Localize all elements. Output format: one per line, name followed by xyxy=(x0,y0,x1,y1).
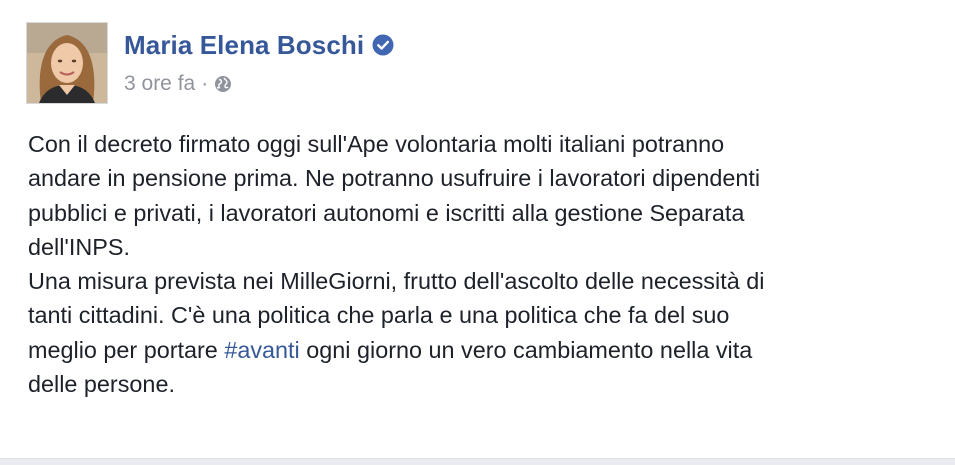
author-row: Maria Elena Boschi xyxy=(124,28,394,62)
post-text-line: Con il decreto firmato oggi sull'Ape vol… xyxy=(28,131,725,157)
avatar[interactable] xyxy=(26,22,108,104)
post-text-line: pubblici e privati, i lavoratori autonom… xyxy=(28,199,745,226)
post-text-line: Una misura prevista nei MilleGiorni, fru… xyxy=(28,268,765,295)
post-text-line: andare in pensione prima. Ne potranno us… xyxy=(28,165,761,192)
author-name-link[interactable]: Maria Elena Boschi xyxy=(124,30,364,61)
timestamp-link[interactable]: 3 ore fa xyxy=(124,72,195,96)
post-body: Con il decreto firmato oggi sull'Ape vol… xyxy=(28,127,933,401)
post-text-line: delle persone. xyxy=(28,371,175,398)
post-text-fragment: ogni giorno un vero cambiamento nella vi… xyxy=(299,336,753,363)
hashtag-link[interactable]: #avanti xyxy=(224,337,299,363)
post-header: Maria Elena Boschi 3 ore fa · xyxy=(26,22,394,104)
timestamp-row: 3 ore fa · xyxy=(124,72,394,96)
post-text-line-with-hashtag: meglio per portare #avanti ogni giorno u… xyxy=(28,333,933,367)
post-text-line: dell'INPS. xyxy=(28,233,130,260)
post-text-fragment: meglio per portare xyxy=(28,336,225,363)
profile-photo-icon xyxy=(27,23,107,103)
globe-icon[interactable] xyxy=(214,75,232,93)
post-meta: Maria Elena Boschi 3 ore fa · xyxy=(124,28,394,96)
post-text-line: tanti cittadini. C'è una politica che pa… xyxy=(28,302,730,329)
verified-badge-icon xyxy=(372,34,394,56)
post-card: Maria Elena Boschi 3 ore fa · Con il dec… xyxy=(0,0,955,459)
meta-separator: · xyxy=(201,72,209,95)
